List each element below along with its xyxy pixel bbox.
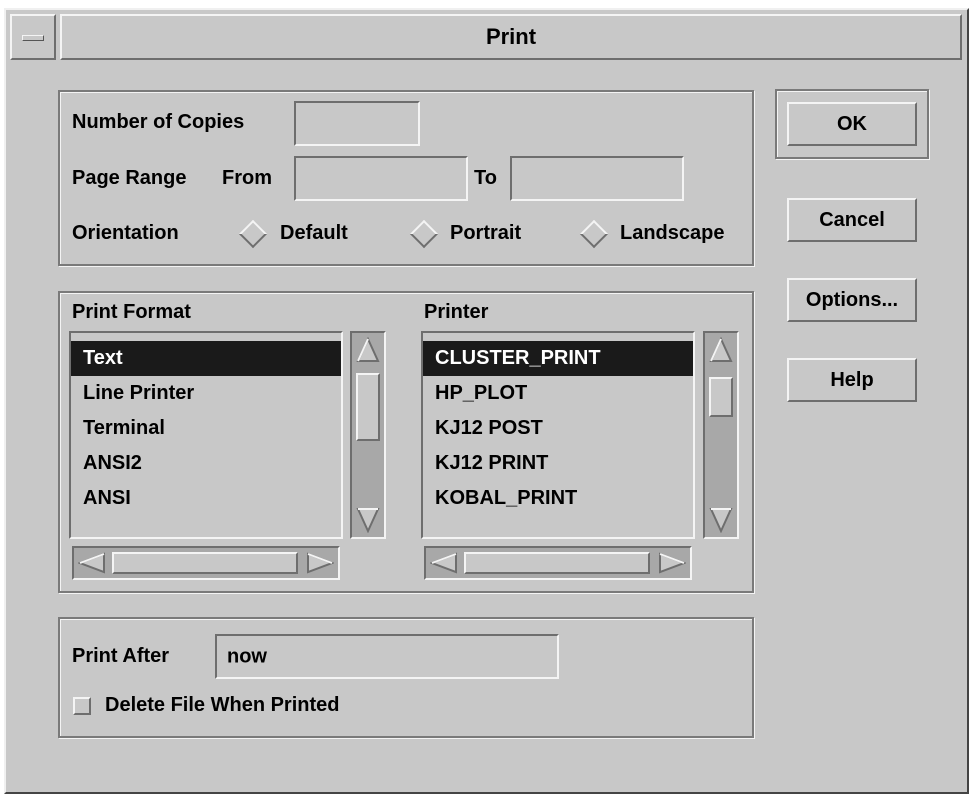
list-item[interactable]: KOBAL_PRINT xyxy=(423,481,693,516)
cancel-button[interactable]: Cancel xyxy=(787,198,917,242)
printer-vscrollbar[interactable] xyxy=(703,331,739,539)
window-title: Print xyxy=(485,24,537,49)
arrow-right-icon[interactable] xyxy=(306,552,334,574)
hscroll-thumb[interactable] xyxy=(112,552,298,574)
printer-hscrollbar[interactable] xyxy=(424,546,692,580)
delete-file-checkbox[interactable] xyxy=(73,697,91,715)
list-item[interactable]: KJ12 PRINT xyxy=(423,446,693,481)
vscroll-thumb[interactable] xyxy=(709,377,733,417)
orientation-default-label[interactable]: Default xyxy=(280,222,348,245)
options-button[interactable]: Options... xyxy=(787,278,917,322)
page-range-from-input[interactable] xyxy=(294,156,468,201)
list-item[interactable]: CLUSTER_PRINT xyxy=(423,341,693,376)
orientation-landscape-label[interactable]: Landscape xyxy=(620,222,724,245)
print-format-hscrollbar[interactable] xyxy=(72,546,340,580)
arrow-left-icon[interactable] xyxy=(78,552,106,574)
orientation-label: Orientation xyxy=(72,222,179,244)
delete-file-label[interactable]: Delete File When Printed xyxy=(105,694,339,717)
list-item[interactable]: KJ12 POST xyxy=(423,411,693,446)
arrow-down-icon[interactable] xyxy=(356,507,380,533)
window-menu-icon xyxy=(22,35,44,41)
list-item[interactable]: Text xyxy=(71,341,341,376)
page-range-label: Page Range xyxy=(72,167,187,189)
help-button[interactable]: Help xyxy=(787,358,917,402)
hscroll-thumb[interactable] xyxy=(464,552,650,574)
print-format-label: Print Format xyxy=(72,301,191,323)
print-after-label: Print After xyxy=(72,645,170,667)
list-item[interactable]: HP_PLOT xyxy=(423,376,693,411)
title-bar[interactable]: Print xyxy=(60,14,962,60)
list-item[interactable]: Terminal xyxy=(71,411,341,446)
ok-button[interactable]: OK xyxy=(787,102,917,146)
printer-label: Printer xyxy=(424,301,489,323)
arrow-left-icon[interactable] xyxy=(430,552,458,574)
page-range-to-label: To xyxy=(474,167,497,189)
list-item[interactable]: ANSI xyxy=(71,481,341,516)
list-item[interactable]: ANSI2 xyxy=(71,446,341,481)
arrow-up-icon[interactable] xyxy=(709,337,733,363)
list-item[interactable]: Line Printer xyxy=(71,376,341,411)
arrow-up-icon[interactable] xyxy=(356,337,380,363)
page-range-to-input[interactable] xyxy=(510,156,684,201)
copies-input[interactable] xyxy=(294,101,420,146)
copies-label: Number of Copies xyxy=(72,111,245,133)
printer-list[interactable]: CLUSTER_PRINT HP_PLOT KJ12 POST KJ12 PRI… xyxy=(421,331,695,539)
arrow-down-icon[interactable] xyxy=(709,507,733,533)
print-format-vscrollbar[interactable] xyxy=(350,331,386,539)
window-menu-button[interactable] xyxy=(10,14,56,60)
print-format-list[interactable]: Text Line Printer Terminal ANSI2 ANSI xyxy=(69,331,343,539)
orientation-portrait-label[interactable]: Portrait xyxy=(450,222,521,245)
vscroll-thumb[interactable] xyxy=(356,373,380,441)
page-range-from-label: From xyxy=(222,167,272,189)
arrow-right-icon[interactable] xyxy=(658,552,686,574)
print-after-input[interactable]: now xyxy=(215,634,559,679)
